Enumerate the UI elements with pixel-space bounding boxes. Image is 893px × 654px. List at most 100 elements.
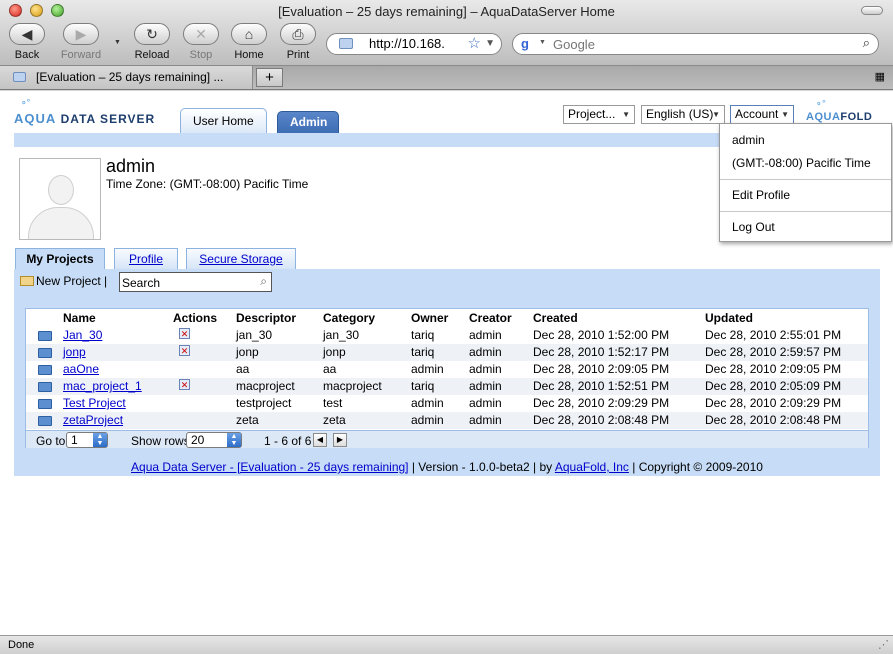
- tab-admin[interactable]: Admin: [277, 111, 339, 133]
- delete-project-icon[interactable]: ✕: [179, 328, 190, 339]
- delete-project-icon[interactable]: ✕: [179, 345, 190, 356]
- forward-button[interactable]: ▶ Forward: [61, 23, 101, 61]
- engine-dropdown-icon[interactable]: ▼: [539, 39, 546, 46]
- project-name-link[interactable]: jonp: [63, 345, 86, 359]
- column-header-created[interactable]: Created: [533, 311, 578, 325]
- column-header-name[interactable]: Name: [63, 311, 96, 325]
- history-dropdown-icon[interactable]: ▼: [114, 39, 121, 46]
- table-row[interactable]: mac_project_1 ✕ macproject macproject ta…: [26, 378, 868, 395]
- column-header-owner[interactable]: Owner: [411, 311, 448, 325]
- language-select[interactable]: English (US) ▼: [641, 105, 725, 124]
- toolbar-separator: |: [104, 274, 108, 288]
- column-header-category[interactable]: Category: [323, 311, 375, 325]
- print-button[interactable]: ⎙ Print: [280, 23, 316, 61]
- chevron-down-icon: ▼: [712, 110, 720, 119]
- forward-arrow-icon: ▶: [63, 23, 99, 45]
- column-header-actions[interactable]: Actions: [173, 311, 217, 325]
- page-favicon-icon: [13, 72, 26, 82]
- company-link[interactable]: AquaFold, Inc: [555, 460, 629, 474]
- home-button[interactable]: ⌂ Home: [231, 23, 267, 61]
- project-name-link[interactable]: zetaProject: [63, 413, 123, 427]
- project-category: jan_30: [323, 328, 360, 342]
- search-icon[interactable]: ⌕: [863, 35, 870, 51]
- column-header-creator[interactable]: Creator: [469, 311, 512, 325]
- goto-page-select[interactable]: 1 ▲ ▼: [66, 432, 108, 448]
- pagination-bar: Go to 1 ▲ ▼ Show rows 20 ▲ ▼ 1 - 6 of 6 ◀ …: [26, 430, 868, 448]
- delete-project-icon[interactable]: ✕: [179, 379, 190, 390]
- tab-secure-storage[interactable]: Secure Storage: [186, 248, 296, 269]
- tab-profile[interactable]: Profile: [114, 248, 178, 269]
- project-name-link[interactable]: Jan_30: [63, 328, 102, 342]
- project-name-link[interactable]: aaOne: [63, 362, 99, 376]
- next-page-icon[interactable]: ▶: [333, 433, 347, 447]
- project-select[interactable]: Project... ▼: [563, 105, 635, 124]
- project-created: Dec 28, 2010 2:09:29 PM: [533, 396, 670, 410]
- resize-grip-icon[interactable]: ⋰: [878, 636, 889, 654]
- previous-page-icon[interactable]: ◀: [313, 433, 327, 447]
- folder-icon: [38, 331, 52, 341]
- goto-label: Go to: [36, 434, 66, 448]
- project-descriptor: jonp: [236, 345, 259, 359]
- rows-per-page-select[interactable]: 20 ▲ ▼: [186, 432, 242, 448]
- google-icon[interactable]: g: [521, 36, 529, 51]
- table-row[interactable]: Test Project testproject test admin admi…: [26, 395, 868, 412]
- table-row[interactable]: zetaProject zeta zeta admin admin Dec 28…: [26, 412, 868, 429]
- folder-icon: [38, 382, 52, 392]
- tab-my-projects[interactable]: My Projects: [15, 248, 105, 270]
- tab-list-icon[interactable]: ▦: [875, 70, 885, 83]
- account-select[interactable]: Account ▼: [730, 105, 794, 124]
- project-descriptor: aa: [236, 362, 250, 376]
- new-tab-button[interactable]: +: [256, 68, 283, 87]
- folder-icon: [38, 348, 52, 358]
- project-owner: admin: [411, 362, 444, 376]
- back-arrow-icon: ◀: [9, 23, 45, 45]
- project-updated: Dec 28, 2010 2:09:29 PM: [705, 396, 842, 410]
- project-name-link[interactable]: Test Project: [63, 396, 126, 410]
- column-header-descriptor[interactable]: Descriptor: [236, 311, 296, 325]
- menu-item-log-out[interactable]: Log Out: [732, 220, 775, 234]
- project-updated: Dec 28, 2010 2:05:09 PM: [705, 379, 842, 393]
- search-icon[interactable]: ⌕: [260, 274, 267, 289]
- tab-user-home[interactable]: User Home: [180, 108, 267, 134]
- product-link[interactable]: Aqua Data Server - [Evaluation - 25 days…: [131, 460, 408, 474]
- project-created: Dec 28, 2010 1:52:17 PM: [533, 345, 670, 359]
- reload-button[interactable]: ↻ Reload: [134, 23, 170, 61]
- stop-button[interactable]: ✕ Stop: [183, 23, 219, 61]
- project-owner: tariq: [411, 345, 435, 359]
- menu-item-edit-profile[interactable]: Edit Profile: [732, 188, 790, 202]
- column-header-updated[interactable]: Updated: [705, 311, 753, 325]
- project-owner: admin: [411, 396, 444, 410]
- project-created: Dec 28, 2010 1:52:00 PM: [533, 328, 670, 342]
- project-creator: admin: [469, 362, 502, 376]
- window-title: [Evaluation – 25 days remaining] – AquaD…: [278, 4, 615, 19]
- table-row[interactable]: jonp ✕ jonp jonp tariq admin Dec 28, 201…: [26, 344, 868, 361]
- avatar: [19, 158, 101, 240]
- stepper-icon: ▲ ▼: [93, 433, 107, 447]
- project-name-link[interactable]: mac_project_1: [63, 379, 142, 393]
- project-owner: tariq: [411, 328, 435, 342]
- web-search-box[interactable]: g ▼ ⌕: [512, 33, 879, 55]
- project-search-field[interactable]: ⌕: [119, 272, 272, 292]
- address-dropdown-icon[interactable]: ▼: [485, 34, 495, 54]
- table-row[interactable]: Jan_30 ✕ jan_30 jan_30 tariq admin Dec 2…: [26, 327, 868, 344]
- browser-tab-active[interactable]: [Evaluation – 25 days remaining] ...: [0, 66, 253, 89]
- bookmark-star-icon[interactable]: ☆: [468, 34, 481, 54]
- tab-strip: [Evaluation – 25 days remaining] ... + ▦: [0, 66, 893, 90]
- stop-icon: ✕: [183, 23, 219, 45]
- avatar-silhouette-head: [48, 175, 74, 205]
- home-icon: ⌂: [231, 23, 267, 45]
- printer-icon: ⎙: [280, 23, 316, 45]
- web-search-input[interactable]: [553, 36, 853, 52]
- toolbar-toggle-button[interactable]: [861, 6, 883, 15]
- forward-label: Forward: [60, 49, 102, 61]
- avatar-silhouette-body: [28, 207, 94, 239]
- address-bar[interactable]: http://10.168. ☆ ▼: [326, 33, 502, 55]
- print-label: Print: [286, 49, 310, 61]
- account-select-label: Account: [735, 107, 779, 121]
- project-category: macproject: [323, 379, 382, 393]
- back-button[interactable]: ◀ Back: [9, 23, 45, 61]
- project-owner: tariq: [411, 379, 435, 393]
- table-row[interactable]: aaOne aa aa admin admin Dec 28, 2010 2:0…: [26, 361, 868, 378]
- project-search-input[interactable]: [122, 275, 250, 290]
- new-project-button[interactable]: New Project |: [20, 274, 107, 288]
